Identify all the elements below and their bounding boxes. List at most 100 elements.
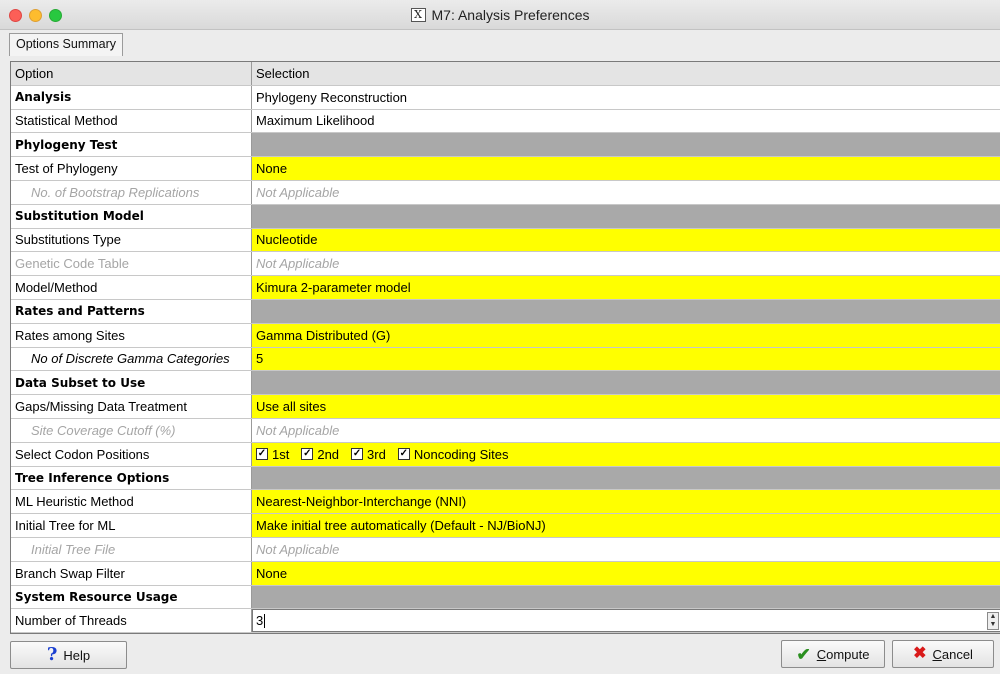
- selection-value[interactable]: Nearest-Neighbor-Interchange (NNI): [252, 490, 1000, 514]
- selection-value: [252, 133, 1000, 157]
- tab-strip: Options Summary: [0, 30, 1000, 56]
- option-label: Model/Method: [11, 276, 252, 299]
- selection-value: Not Applicable: [256, 256, 340, 272]
- grid-header-row: Option Selection: [11, 62, 1000, 86]
- selection-value[interactable]: Make initial tree automatically (Default…: [252, 514, 1000, 537]
- selection-value[interactable]: Nucleotide: [252, 228, 1000, 252]
- option-label: Initial Tree for ML: [11, 514, 252, 537]
- table-row: Substitution Model: [11, 204, 1000, 229]
- selection-value: Not Applicable: [256, 541, 340, 557]
- compute-button[interactable]: ✔ Compute: [781, 640, 885, 668]
- option-label: Initial Tree File: [11, 537, 252, 561]
- codon-checkbox[interactable]: ✓: [301, 448, 314, 461]
- option-label: Analysis: [11, 85, 252, 109]
- red-x-icon: ✖: [913, 645, 927, 662]
- option-label: Branch Swap Filter: [11, 561, 252, 585]
- spinner-arrows-icon[interactable]: ▲ ▼: [987, 612, 999, 631]
- selection-column-header[interactable]: Selection: [252, 62, 1000, 85]
- selection-value[interactable]: 3 ▲ ▼: [252, 609, 1000, 633]
- selection-value: [252, 585, 1000, 609]
- option-label: Select Codon Positions: [11, 442, 252, 466]
- option-label: Data Subset to Use: [11, 371, 252, 395]
- threads-value: 3: [256, 613, 264, 629]
- selection-value: ✓ 1st ✓ 2nd ✓ 3rd ✓ Noncoding Sites: [252, 442, 1000, 466]
- option-label: No. of Bootstrap Replications: [11, 180, 252, 204]
- selection-value[interactable]: 5: [252, 347, 1000, 371]
- x11-app-icon: X: [410, 8, 426, 22]
- title-bar: X M7: Analysis Preferences: [0, 0, 1000, 30]
- cancel-button[interactable]: ✖ Cancel: [892, 640, 994, 668]
- codon-checkbox[interactable]: ✓: [256, 448, 268, 461]
- table-row: Substitutions Type Nucleotide: [11, 228, 1000, 253]
- compute-button-label: Compute: [816, 646, 870, 662]
- option-label: Number of Threads: [11, 609, 252, 633]
- codon-checkbox-label: 3rd: [367, 446, 386, 462]
- checkmark-icon: ✔: [796, 644, 811, 664]
- codon-checkbox[interactable]: ✓: [397, 448, 410, 461]
- table-row: Initial Tree for ML Make initial tree aut…: [11, 514, 1000, 538]
- option-label: Statistical Method: [11, 109, 252, 133]
- tab-options-summary[interactable]: Options Summary: [9, 33, 124, 56]
- help-button-label: Help: [63, 647, 91, 663]
- option-label: Rates and Patterns: [11, 299, 252, 323]
- codon-checkbox-label: 2nd: [317, 446, 340, 462]
- options-grid: Option Selection Analysis Phylogeny Recon…: [10, 61, 1000, 634]
- selection-value[interactable]: Maximum Likelihood: [252, 110, 1000, 133]
- option-label: No of Discrete Gamma Categories: [11, 347, 252, 371]
- selection-value: Not Applicable: [256, 422, 340, 438]
- option-label: Rates among Sites: [11, 323, 252, 347]
- table-row: Rates among Sites Gamma Distributed (G): [11, 323, 1000, 348]
- table-row: Model/Method Kimura 2-parameter model: [11, 276, 1000, 300]
- table-row: ML Heuristic Method Nearest-Neighbor-Inte…: [11, 490, 1000, 515]
- table-row: Number of Threads 3 ▲ ▼: [11, 609, 1000, 633]
- table-row: Genetic Code Table Not Applicable: [11, 252, 1000, 277]
- selection-value: [252, 466, 1000, 490]
- table-row: System Resource Usage: [11, 585, 1000, 610]
- codon-checkbox[interactable]: ✓: [351, 448, 364, 461]
- selection-value[interactable]: Gamma Distributed (G): [252, 323, 1000, 347]
- table-row: Analysis Phylogeny Reconstruction: [11, 85, 1000, 110]
- option-label: Substitutions Type: [11, 228, 252, 252]
- table-row: No. of Bootstrap Replications Not Applica…: [11, 180, 1000, 205]
- table-row: No of Discrete Gamma Categories 5: [11, 347, 1000, 372]
- selection-value[interactable]: None: [252, 561, 1000, 585]
- threads-stepper[interactable]: 3 ▲ ▼: [252, 609, 1000, 633]
- codon-checkbox-label: Noncoding Sites: [413, 446, 509, 462]
- option-label: Gaps/Missing Data Treatment: [11, 395, 252, 418]
- option-label: System Resource Usage: [11, 585, 252, 609]
- title-wrap: X M7: Analysis Preferences: [0, 0, 1000, 30]
- option-label: Site Coverage Cutoff (%): [11, 418, 252, 442]
- option-label: Tree Inference Options: [11, 466, 252, 490]
- codon-position-checkboxes: ✓ 1st ✓ 2nd ✓ 3rd ✓ Noncoding Sites: [256, 447, 509, 462]
- selection-value: [252, 299, 1000, 323]
- table-row: Initial Tree File Not Applicable: [11, 537, 1000, 562]
- option-label: Genetic Code Table: [11, 252, 252, 276]
- table-row: Branch Swap Filter None: [11, 561, 1000, 586]
- cancel-button-label: Cancel: [932, 646, 973, 662]
- selection-value: [252, 371, 1000, 395]
- option-column-header[interactable]: Option: [11, 62, 252, 85]
- option-label: Substitution Model: [11, 204, 252, 228]
- table-row: Site Coverage Cutoff (%) Not Applicable: [11, 418, 1000, 443]
- selection-value: Not Applicable: [256, 184, 340, 200]
- table-row: Select Codon Positions ✓ 1st ✓ 2nd ✓ 3rd ✓ Nonco…: [11, 442, 1000, 467]
- table-row: Gaps/Missing Data Treatment Use all sites: [11, 395, 1000, 419]
- table-row: Tree Inference Options: [11, 466, 1000, 491]
- selection-value[interactable]: Use all sites: [252, 395, 1000, 418]
- table-row: Data Subset to Use: [11, 371, 1000, 396]
- table-row: Phylogeny Test: [11, 133, 1000, 158]
- help-button[interactable]: ? Help: [10, 641, 127, 669]
- option-label: ML Heuristic Method: [11, 490, 252, 514]
- table-row: Rates and Patterns: [11, 299, 1000, 324]
- question-mark-icon: ?: [46, 644, 58, 665]
- window-title: M7: Analysis Preferences: [431, 7, 590, 23]
- selection-value[interactable]: None: [252, 157, 1000, 180]
- table-row: Statistical Method Maximum Likelihood: [11, 109, 1000, 134]
- text-caret: [264, 613, 266, 628]
- option-label: Phylogeny Test: [11, 133, 252, 157]
- selection-value[interactable]: Phylogeny Reconstruction: [252, 86, 1000, 109]
- table-row: Test of Phylogeny None: [11, 157, 1000, 181]
- selection-value: [252, 204, 1000, 228]
- codon-checkbox-label: 1st: [272, 446, 290, 462]
- selection-value[interactable]: Kimura 2-parameter model: [252, 276, 1000, 299]
